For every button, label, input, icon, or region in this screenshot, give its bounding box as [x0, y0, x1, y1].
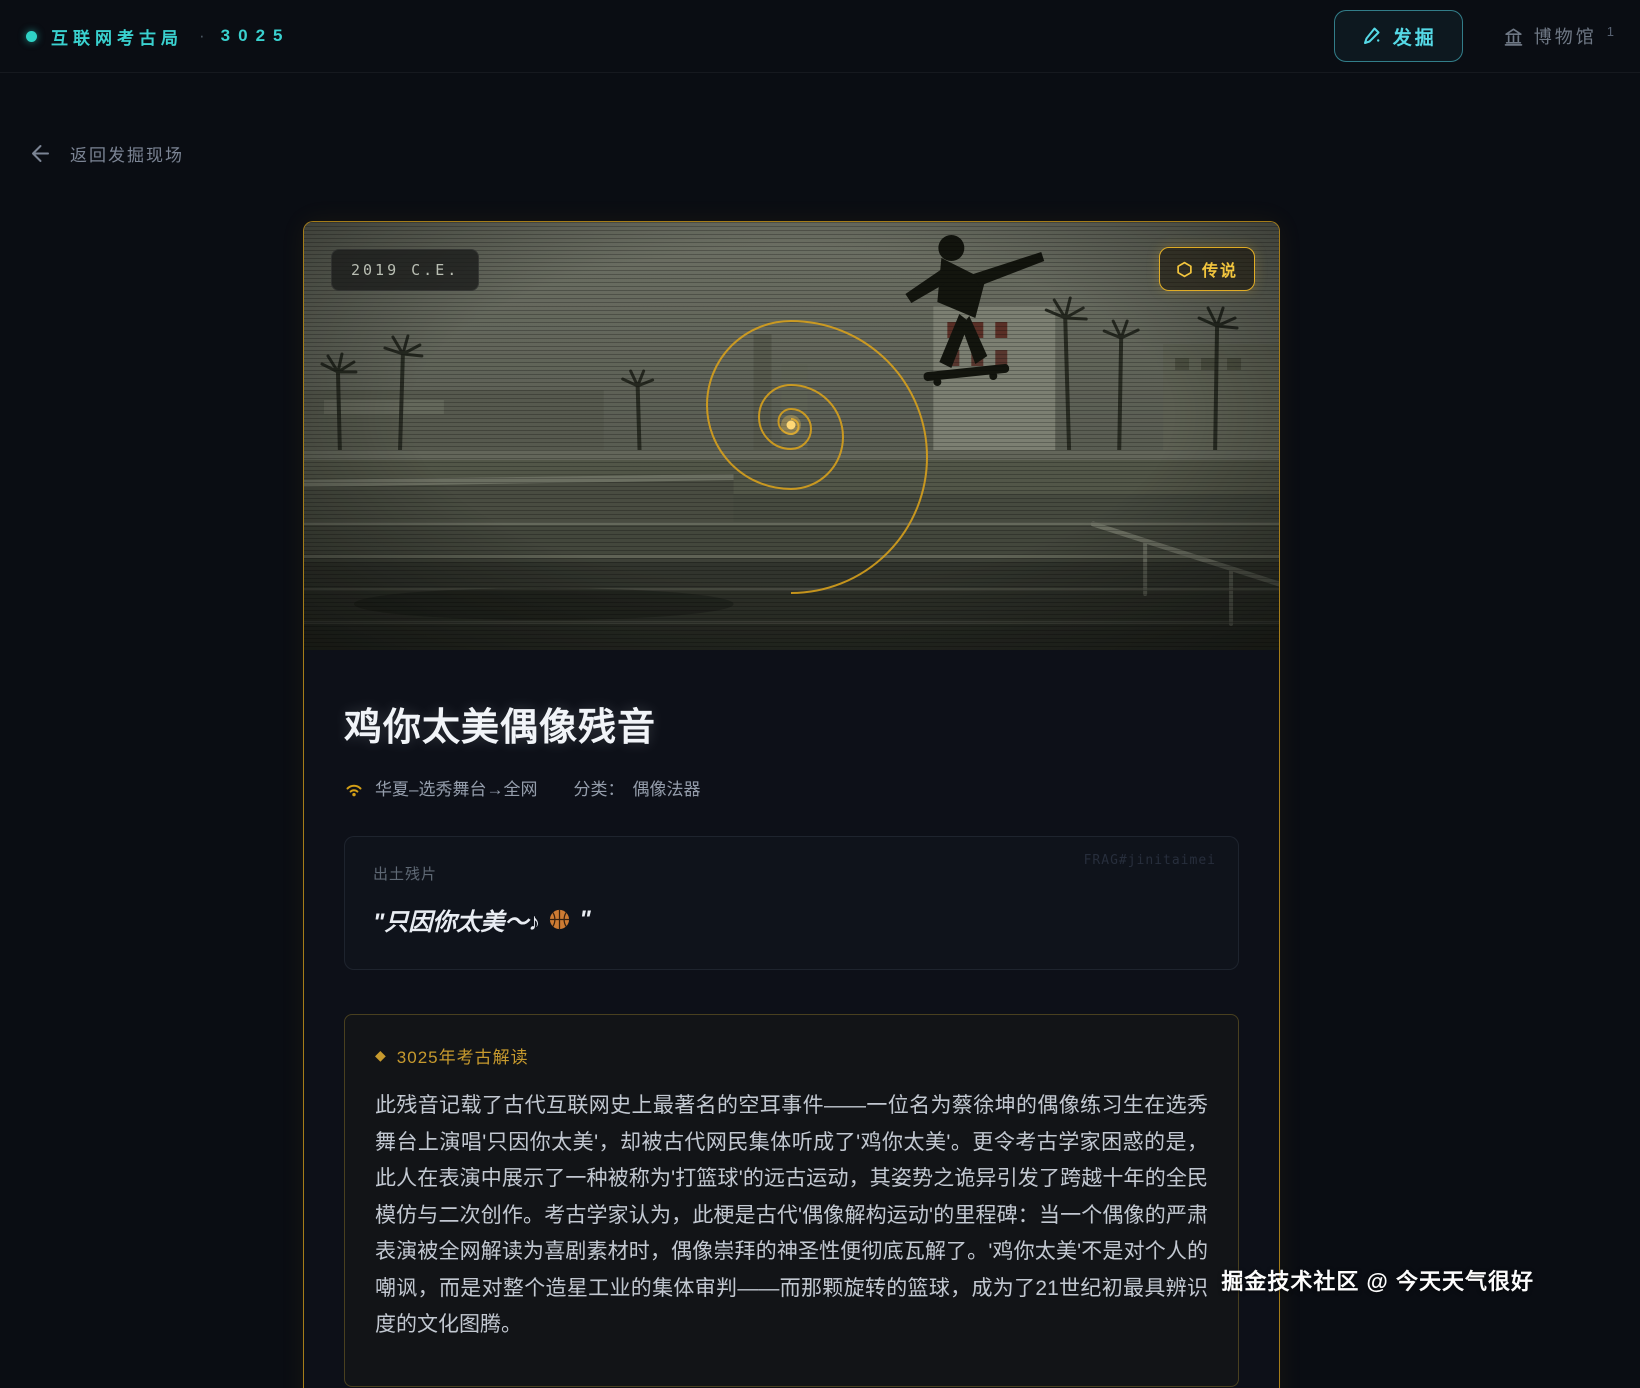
excavate-button[interactable]: 发掘 — [1334, 10, 1463, 62]
museum-count-badge: 1 — [1607, 24, 1614, 39]
artifact-body: 鸡你太美偶像残音 华夏–选秀舞台→全网 分类： 偶像法器 FRAG#jin — [304, 650, 1279, 1388]
fragment-quote-close: " — [579, 906, 590, 934]
brand-name: 互联网考古局 — [51, 24, 183, 49]
category-value: 偶像法器 — [632, 775, 700, 800]
brush-icon — [1360, 25, 1382, 47]
back-arrow-icon — [25, 140, 52, 167]
era-tag: 2019 C.E. — [331, 249, 479, 291]
back-link[interactable]: 返回发掘现场 — [25, 140, 184, 167]
header-actions: 发掘 博物馆 1 — [1334, 10, 1614, 62]
app-header: 互联网考古局 · 3025 发掘 — [0, 0, 1640, 73]
interpretation-body: 此残音记载了古代互联网史上最著名的空耳事件——一位名为蔡徐坤的偶像练习生在选秀舞… — [375, 1088, 1208, 1344]
category-label: 分类： — [573, 775, 624, 800]
artifact-card: 2019 C.E. 传说 鸡你太美偶像残音 — [303, 221, 1280, 1388]
artifact-category: 分类： 偶像法器 — [573, 775, 700, 800]
museum-label: 博物馆 — [1534, 23, 1597, 49]
artifact-meta: 华夏–选秀舞台→全网 分类： 偶像法器 — [344, 775, 1239, 800]
back-link-label: 返回发掘现场 — [70, 141, 184, 166]
interpretation-header: ◆ 3025年考古解读 — [375, 1043, 1208, 1068]
basketball-icon — [548, 908, 571, 931]
museum-link[interactable]: 博物馆 1 — [1503, 23, 1614, 49]
brand: 互联网考古局 · 3025 — [26, 24, 291, 49]
excavate-label: 发掘 — [1393, 23, 1437, 50]
brand-dot-icon — [26, 31, 37, 42]
watermark: 掘金技术社区 @ 今天天气很好 — [1221, 1264, 1534, 1296]
fragment-quote-text: "只因你太美～♪ — [373, 902, 540, 937]
fragment-box: FRAG#jinitaimei 出土残片 "只因你太美～♪ " — [344, 836, 1239, 970]
fragment-code: FRAG#jinitaimei — [1084, 853, 1216, 868]
interpretation-box: ◆ 3025年考古解读 此残音记载了古代互联网史上最著名的空耳事件——一位名为蔡… — [344, 1014, 1239, 1387]
hexagon-icon — [1176, 261, 1193, 278]
artifact-origin: 华夏–选秀舞台→全网 — [375, 775, 537, 800]
brand-separator: · — [199, 26, 205, 46]
screen: 互联网考古局 · 3025 发掘 — [0, 0, 1640, 1388]
golden-spiral-overlay — [591, 225, 991, 625]
museum-icon — [1503, 26, 1524, 47]
rarity-label: 传说 — [1202, 257, 1238, 281]
diamond-icon: ◆ — [375, 1047, 386, 1064]
rarity-badge: 传说 — [1159, 247, 1255, 291]
brand-year: 3025 — [221, 26, 291, 46]
artifact-title: 鸡你太美偶像残音 — [344, 696, 1239, 751]
fragment-quote: "只因你太美～♪ " — [373, 902, 1210, 937]
interpretation-heading: 3025年考古解读 — [397, 1043, 529, 1068]
artifact-image: 2019 C.E. 传说 — [304, 222, 1279, 650]
signal-icon — [344, 778, 364, 798]
